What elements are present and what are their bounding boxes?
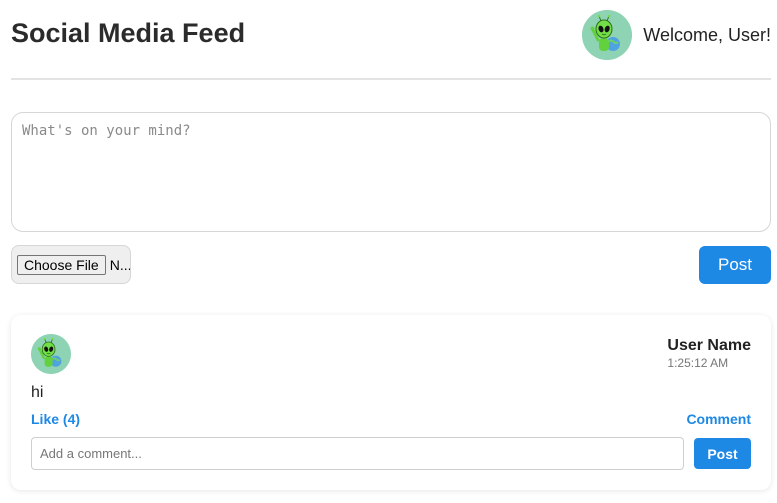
welcome-text: Welcome, User! [643,24,771,45]
file-upload-field[interactable]: Choose File N... [11,245,131,284]
post-composer-input[interactable] [11,112,771,232]
like-button[interactable]: Like (4) [31,411,80,427]
comment-post-button[interactable]: Post [694,438,751,469]
page-title: Social Media Feed [11,18,246,48]
post-button[interactable]: Post [699,246,771,284]
header: Social Media Feed Welcome, User! [11,0,771,80]
post-timestamp: 1:25:12 AM [667,356,729,370]
post-content: hi [31,384,44,401]
post-meta: User Name 1:25:12 AM [667,337,751,370]
post-username[interactable]: User Name [667,337,751,355]
post-card: User Name 1:25:12 AM hi Like (4) Comment… [11,315,771,490]
alien-avatar-icon[interactable] [31,334,71,374]
file-name-text: N... [109,256,131,273]
header-user: Welcome, User! [582,10,771,60]
comment-button[interactable]: Comment [686,411,751,427]
choose-file-button[interactable]: Choose File [17,254,106,275]
alien-avatar-icon[interactable] [582,10,633,60]
comment-input[interactable] [31,437,684,470]
page: Social Media Feed Welcome, User! What's … [0,0,777,503]
